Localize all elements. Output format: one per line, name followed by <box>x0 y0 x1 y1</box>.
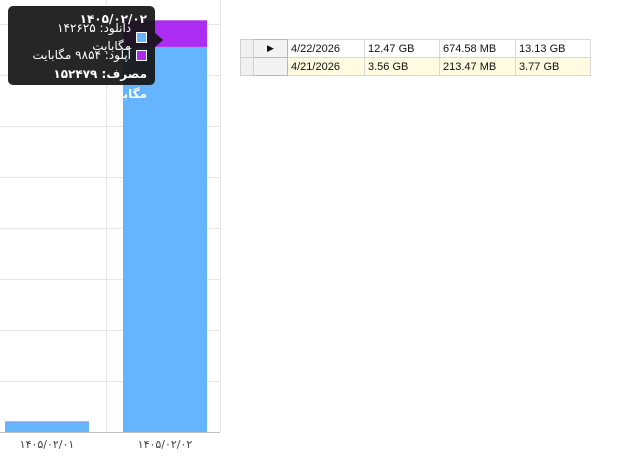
bar-upload[interactable] <box>5 421 89 423</box>
tooltip-total: مصرف: ۱۵۲۴۷۹ مگابایت <box>53 67 147 101</box>
download-swatch <box>136 31 147 43</box>
download-cell[interactable]: 12.47 GB <box>364 39 440 58</box>
x-tick-label: ۱۴۰۵/۰۲/۰۲ <box>137 438 193 451</box>
x-tick-label: ۱۴۰۵/۰۲/۰۱ <box>19 438 75 451</box>
tooltip-upload-text: آپلود: ۹۸۵۴ مگابایت <box>32 48 131 62</box>
tooltip-upload-row: آپلود: ۹۸۵۴ مگابایت <box>16 46 147 64</box>
upload-cell[interactable]: 674.58 MB <box>439 39 516 58</box>
row-header-strip <box>240 39 254 58</box>
row-header-strip <box>240 57 254 76</box>
row-selector[interactable] <box>253 57 288 76</box>
date-cell[interactable]: 4/21/2026 <box>287 57 365 76</box>
tooltip-download-row: دانلود: ۱۴۲۶۲۵ مگابایت <box>16 21 147 53</box>
table-row[interactable]: ▶ 4/22/2026 12.47 GB 674.58 MB 13.13 GB <box>240 39 591 58</box>
table-row[interactable]: 4/21/2026 3.56 GB 213.47 MB 3.77 GB <box>240 57 591 76</box>
bar-download[interactable] <box>5 422 89 432</box>
bar-download[interactable] <box>123 46 207 432</box>
row-selector[interactable]: ▶ <box>253 39 288 58</box>
total-cell[interactable]: 13.13 GB <box>515 39 591 58</box>
play-arrow-icon: ▶ <box>267 43 274 53</box>
upload-swatch <box>136 49 147 61</box>
upload-cell[interactable]: 213.47 MB <box>439 57 516 76</box>
usage-table[interactable]: ▶ 4/22/2026 12.47 GB 674.58 MB 13.13 GB … <box>240 39 591 76</box>
chart-tooltip: ۱۴۰۵/۰۲/۰۲ دانلود: ۱۴۲۶۲۵ مگابایت آپلود:… <box>8 6 163 101</box>
total-cell[interactable]: 3.77 GB <box>515 57 591 76</box>
download-cell[interactable]: 3.56 GB <box>364 57 440 76</box>
date-cell[interactable]: 4/22/2026 <box>287 39 365 58</box>
